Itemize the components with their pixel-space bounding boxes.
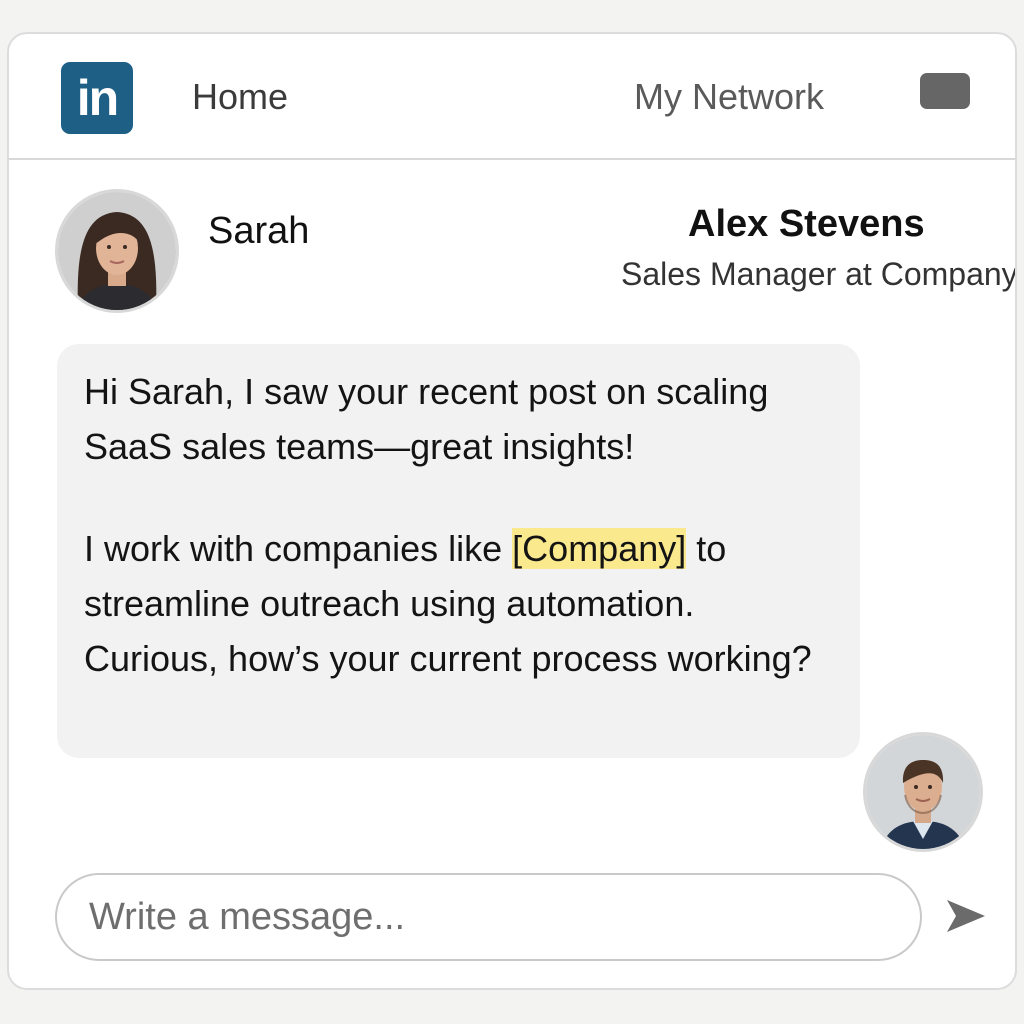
message-paragraph-2: I work with companies like [Company] to … — [84, 521, 833, 686]
message-text: I work with companies like — [84, 528, 503, 569]
sender-name[interactable]: Alex Stevens — [688, 203, 925, 246]
message-input[interactable]: Write a message... — [55, 873, 922, 961]
message-square-icon[interactable] — [920, 73, 970, 109]
message-bubble: Hi Sarah, I saw your recent post on scal… — [57, 344, 860, 758]
recipient-name[interactable]: Sarah — [208, 210, 309, 253]
top-nav-bar: in Home My Network — [9, 34, 1015, 160]
messaging-window: in Home My Network Sarah Alex Stevens Sa… — [7, 32, 1017, 990]
sarah-avatar[interactable] — [55, 189, 179, 313]
linkedin-logo-icon[interactable]: in — [61, 62, 133, 134]
sender-title: Sales Manager at Company — [621, 256, 1017, 292]
alex-avatar[interactable] — [863, 732, 983, 852]
nav-my-network-link[interactable]: My Network — [634, 76, 824, 118]
message-paragraph-1: Hi Sarah, I saw your recent post on scal… — [84, 371, 769, 467]
nav-home-link[interactable]: Home — [192, 76, 288, 118]
send-arrow-icon[interactable] — [943, 893, 989, 939]
highlighted-company-placeholder: [Company] — [512, 528, 687, 569]
